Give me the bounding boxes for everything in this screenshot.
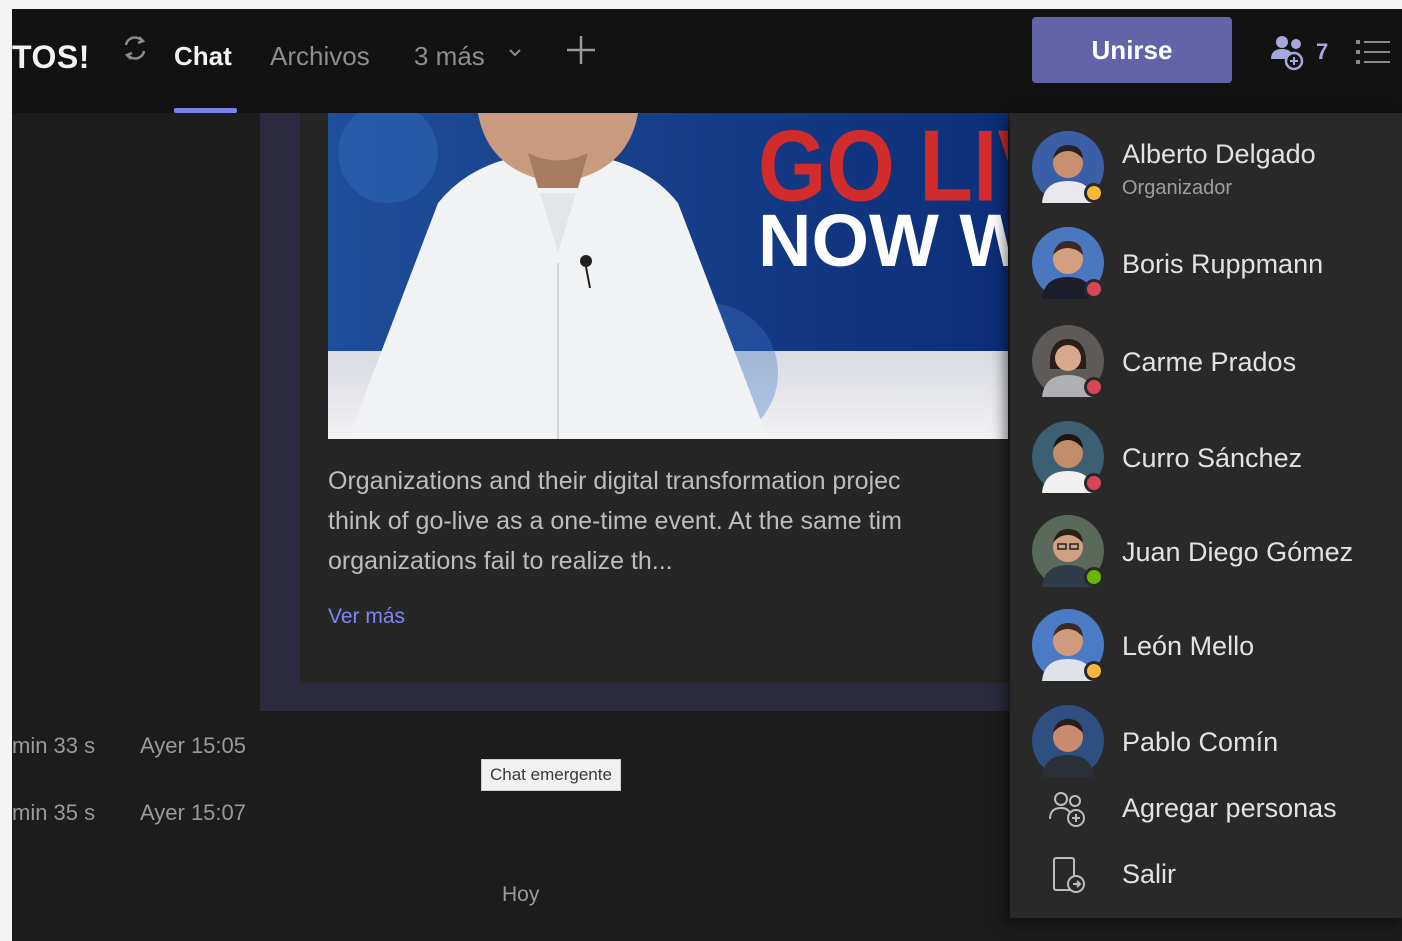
participant-item[interactable]: Juan Diego Gómez [1010, 507, 1402, 597]
popout-chat-tooltip: Chat emergente [481, 759, 621, 791]
window-edge-left [0, 0, 12, 941]
participant-name: Alberto Delgado [1122, 139, 1316, 169]
tab-archivos[interactable]: Archivos [270, 41, 370, 72]
participant-name: Carme Prados [1122, 347, 1297, 377]
status-available-icon [1087, 570, 1101, 584]
call-duration: min 33 s [12, 733, 96, 758]
avatar [1032, 325, 1104, 397]
join-button[interactable]: Unirse [1032, 17, 1232, 83]
participant-item[interactable]: León Mello [1010, 603, 1402, 693]
status-busy-icon [1087, 380, 1101, 394]
participant-name: Juan Diego Gómez [1122, 537, 1354, 567]
post-image[interactable]: GO LIV NOW WH [328, 113, 1008, 439]
avatar [1032, 131, 1104, 203]
tab-more[interactable]: 3 más [414, 41, 485, 72]
leave-icon [1053, 857, 1085, 893]
participant-item[interactable]: Boris Ruppmann [1010, 221, 1402, 311]
participant-name: Pablo Comín [1122, 727, 1279, 757]
chevron-down-icon [509, 49, 521, 57]
participants-panel: Alberto Delgado Organizador Boris Ruppma… [1010, 113, 1402, 918]
meeting-title: TOS! [12, 39, 90, 75]
participant-count: 7 [1316, 39, 1329, 64]
participant-item[interactable]: Pablo Comín [1010, 699, 1402, 789]
sync-icon [124, 36, 146, 60]
status-away-icon [1087, 186, 1101, 200]
see-more-link[interactable]: Ver más [328, 605, 405, 629]
status-busy-icon [1087, 282, 1101, 296]
tab-chat[interactable]: Chat [174, 41, 232, 72]
people-icon [1271, 36, 1304, 71]
avatar [1032, 515, 1104, 587]
participant-name: León Mello [1122, 631, 1255, 661]
post-body: Organizations and their digital transfor… [328, 467, 902, 575]
call-time: Ayer 15:07 [140, 800, 247, 825]
participant-name: Curro Sánchez [1122, 443, 1303, 473]
list-icon[interactable] [1356, 37, 1390, 67]
add-people-icon [1049, 792, 1085, 827]
avatar [1032, 421, 1104, 493]
avatar [1032, 705, 1104, 777]
call-time: Ayer 15:05 [140, 733, 247, 758]
add-people-button[interactable]: Agregar personas [1010, 779, 1402, 839]
participant-item[interactable]: Carme Prados [1010, 317, 1402, 407]
date-divider: Hoy [502, 883, 540, 906]
participant-role: Organizador [1122, 177, 1233, 199]
call-duration: min 35 s [12, 800, 96, 825]
status-away-icon [1087, 664, 1101, 678]
avatar [1032, 227, 1104, 299]
leave-label: Salir [1122, 859, 1177, 889]
participant-item[interactable]: Alberto Delgado Organizador [1010, 125, 1402, 215]
status-busy-icon [1087, 476, 1101, 490]
participant-item[interactable]: Curro Sánchez [1010, 413, 1402, 503]
post-image-headline-2: NOW WH [758, 199, 1008, 282]
add-tab-icon[interactable] [564, 33, 598, 67]
participant-name: Boris Ruppmann [1122, 249, 1324, 279]
leave-button[interactable]: Salir [1010, 845, 1402, 905]
add-people-label: Agregar personas [1122, 793, 1337, 823]
participants-button[interactable]: 7 [1268, 33, 1340, 73]
window-edge-top [0, 0, 1402, 9]
meeting-header: TOS! Chat Archivos 3 más Unirse 7 [12, 9, 1402, 113]
avatar [1032, 609, 1104, 681]
